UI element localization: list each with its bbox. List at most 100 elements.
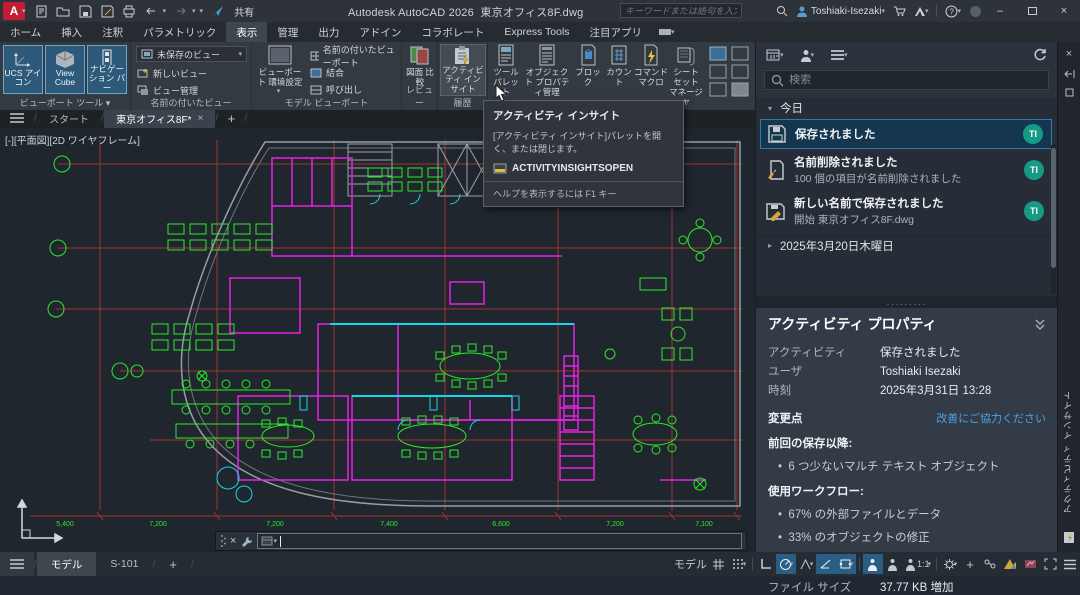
join-viewports-button[interactable]: 結合	[310, 65, 344, 80]
status-menu-icon[interactable]	[1060, 554, 1080, 574]
share-label[interactable]: 共有	[234, 4, 254, 19]
customize-button[interactable]: +	[960, 554, 980, 574]
tab-parametric[interactable]: パラメトリック	[133, 22, 226, 42]
grid-toggle[interactable]	[709, 554, 729, 574]
count-palette-button[interactable]: カウント	[604, 44, 634, 88]
clean-screen-button[interactable]	[1040, 554, 1060, 574]
minimize-button[interactable]: –	[984, 0, 1016, 22]
annotation-scale-button[interactable]: 1:1▾	[903, 554, 933, 574]
isodraft-toggle[interactable]: ▾	[796, 554, 816, 574]
cart-icon[interactable]	[893, 5, 906, 17]
palette-close-icon[interactable]: ×	[1066, 48, 1072, 60]
tab-home[interactable]: ホーム	[0, 22, 51, 42]
help-search-input[interactable]	[620, 3, 742, 18]
new-drawing-tab-button[interactable]: +	[218, 108, 244, 128]
graphics-performance-button[interactable]	[1000, 554, 1020, 574]
user-filter-button[interactable]: ▾	[800, 49, 815, 62]
snap-chevron-icon[interactable]: ▾	[743, 560, 747, 568]
object-snap-tracking-toggle[interactable]	[816, 554, 836, 574]
isolate-objects-button[interactable]	[980, 554, 1000, 574]
new-file-icon[interactable]	[34, 4, 49, 19]
auto-hide-icon[interactable]	[1064, 69, 1075, 79]
tab-featured-apps[interactable]: 注目アプリ	[580, 22, 653, 42]
new-layout-button[interactable]: +	[155, 552, 191, 576]
named-viewports-button[interactable]: 名前の付いたビューポート	[310, 48, 401, 63]
command-input[interactable]: ▾	[257, 533, 742, 549]
navigation-bar-toggle-button[interactable]: ナビゲーション バー	[87, 45, 127, 94]
history-item-saved[interactable]: 保存されました TI	[760, 119, 1052, 149]
qat-menu-chevron-icon[interactable]: ▾	[200, 7, 204, 15]
refresh-button[interactable]	[1033, 48, 1047, 62]
tab-drawing[interactable]: 東京オフィス8F*×	[104, 108, 215, 128]
save-as-icon[interactable]	[100, 4, 115, 19]
group-label-viewport-tools[interactable]: ビューポート ツール ▾	[0, 96, 130, 109]
command-history-icon[interactable]	[261, 536, 273, 546]
tab-start[interactable]: スタート	[37, 108, 101, 128]
tab-insert[interactable]: 挿入	[51, 22, 92, 42]
share-icon[interactable]	[210, 4, 225, 19]
search-icon[interactable]	[776, 5, 788, 17]
activity-insights-button[interactable]: アクティビティ インサイト	[440, 44, 486, 96]
plot-icon[interactable]	[122, 4, 137, 19]
layout-menu-icon[interactable]	[0, 552, 34, 576]
model-space-toggle[interactable]: モデル	[672, 554, 709, 574]
command-line-grip[interactable]	[220, 534, 226, 548]
notifications-icon[interactable]	[969, 5, 982, 18]
tab-annotate[interactable]: 注釈	[92, 22, 133, 42]
viewport-config-button[interactable]: ビューポート 環境設定▾	[256, 44, 304, 96]
help-button[interactable]: ?▾	[945, 5, 961, 18]
undo-chevron-icon[interactable]: ▾	[163, 7, 167, 15]
tab-output[interactable]: 出力	[308, 22, 349, 42]
polar-chevron-icon[interactable]: ▾	[790, 560, 794, 568]
object-snap-toggle[interactable]: ▾	[836, 554, 856, 574]
new-view-button[interactable]: 新しいビュー	[137, 66, 207, 81]
isodraft-chevron-icon[interactable]: ▾	[810, 560, 814, 568]
event-type-filter-button[interactable]: ▾	[830, 49, 848, 61]
close-drawing-icon[interactable]: ×	[198, 113, 204, 124]
history-item-saved-as[interactable]: 新しい名前で保存されました 開始 東京オフィス8F.dwg TI	[760, 191, 1052, 231]
drawing-compare-button[interactable]: 図面 比較	[404, 44, 436, 88]
history-item-purged[interactable]: 名前削除されました 100 個の項目が名前削除されました TI	[760, 150, 1052, 190]
viewport-controls-label[interactable]: [-][平面図][2D ワイヤフレーム]	[5, 132, 140, 147]
layout-tab-s101[interactable]: S-101	[96, 552, 152, 576]
group-previous-date[interactable]: ▸ 2025年3月20日木曜日	[756, 235, 1058, 255]
palette-properties-icon[interactable]	[1065, 88, 1074, 97]
tab-manage[interactable]: 管理	[267, 22, 308, 42]
tab-express-tools[interactable]: Express Tools	[494, 22, 579, 42]
ribbon-display-toggle[interactable]: ▾	[658, 22, 675, 42]
save-icon[interactable]	[78, 4, 93, 19]
history-scrollbar[interactable]	[1051, 144, 1056, 294]
scale-chevron-icon[interactable]: ▾	[927, 560, 931, 568]
command-line[interactable]: × ▾	[215, 531, 747, 551]
workspace-switching-button[interactable]: ▾	[940, 554, 960, 574]
file-tabs-menu-icon[interactable]	[0, 108, 34, 128]
palette-search-input[interactable]	[789, 74, 1042, 86]
collapse-properties-icon[interactable]	[1034, 318, 1046, 330]
tab-addins[interactable]: アドイン	[349, 22, 411, 42]
restore-viewports-button[interactable]: 呼び出し	[310, 82, 362, 97]
command-close-icon[interactable]: ×	[230, 535, 236, 547]
tab-collaborate[interactable]: コラボレート	[411, 22, 494, 42]
app-menu-chevron-icon[interactable]: ▾	[22, 7, 26, 15]
close-button[interactable]: ×	[1048, 0, 1080, 22]
viewcube-toggle-button[interactable]: View Cube	[45, 45, 85, 94]
panel-resize-handle[interactable]: .........	[756, 296, 1058, 308]
view-dropdown[interactable]: 未保存のビュー▾	[136, 46, 247, 62]
redo-icon[interactable]	[173, 4, 188, 19]
command-recent-chevron-icon[interactable]: ▾	[273, 537, 277, 545]
ucs-icon-toggle-button[interactable]: UCS アイコン	[3, 45, 43, 94]
layout-tab-model[interactable]: モデル	[37, 552, 97, 576]
user-account-button[interactable]: Toshiaki-Isezaki▾	[796, 5, 885, 17]
redo-chevron-icon[interactable]: ▾	[192, 7, 196, 15]
ortho-toggle[interactable]	[756, 554, 776, 574]
blocks-palette-button[interactable]: ブロック	[572, 44, 604, 88]
undo-icon[interactable]	[144, 4, 159, 19]
hardware-acceleration-button[interactable]	[1020, 554, 1040, 574]
polar-tracking-toggle[interactable]: ▾	[776, 554, 796, 574]
date-range-filter-button[interactable]: ▾	[766, 48, 784, 62]
sheet-set-manager-button[interactable]: シート セット マネージャ	[668, 44, 704, 107]
tab-view[interactable]: 表示	[226, 22, 267, 42]
feedback-link[interactable]: 改善にご協力ください	[936, 410, 1046, 426]
osnap-chevron-icon[interactable]: ▾	[850, 560, 854, 568]
open-folder-icon[interactable]	[56, 4, 71, 19]
